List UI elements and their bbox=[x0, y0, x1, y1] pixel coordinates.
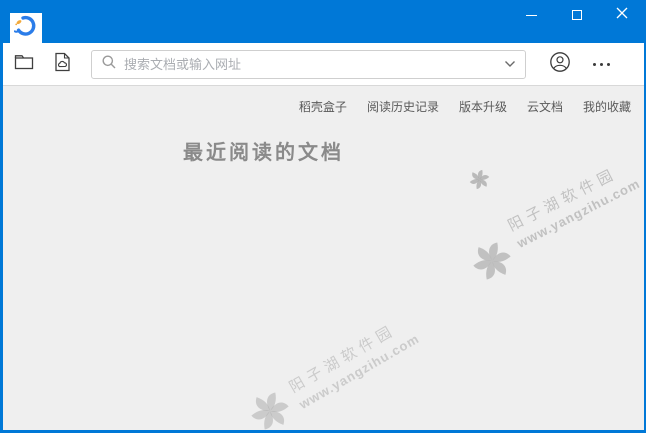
nav-cloud-docs[interactable]: 云文档 bbox=[527, 98, 563, 115]
pinwheel-watermark-icon bbox=[473, 242, 511, 280]
search-input[interactable] bbox=[124, 56, 499, 72]
cloud-document-button[interactable] bbox=[49, 51, 75, 77]
watermark-site-name: 阳子湖软件园 bbox=[505, 165, 621, 235]
search-icon bbox=[101, 54, 117, 75]
search-history-dropdown[interactable] bbox=[499, 53, 521, 75]
minimize-button[interactable] bbox=[509, 0, 554, 30]
titlebar[interactable] bbox=[3, 0, 644, 43]
app-window: 稻壳盒子 阅读历史记录 版本升级 云文档 我的收藏 最近阅读的文档 bbox=[0, 0, 646, 433]
user-avatar-icon bbox=[549, 51, 571, 78]
app-logo-icon bbox=[13, 14, 38, 43]
chevron-down-icon bbox=[504, 55, 516, 73]
reader-tab[interactable] bbox=[10, 13, 42, 43]
maximize-button[interactable] bbox=[554, 0, 599, 30]
more-dots-icon bbox=[592, 62, 596, 66]
nav-docer-box[interactable]: 稻壳盒子 bbox=[299, 98, 347, 115]
search-box bbox=[91, 49, 526, 79]
open-file-button[interactable] bbox=[11, 51, 37, 77]
document-cloud-icon bbox=[53, 52, 72, 77]
content-area: 稻壳盒子 阅读历史记录 版本升级 云文档 我的收藏 最近阅读的文档 bbox=[3, 86, 644, 165]
toolbar bbox=[3, 43, 644, 86]
maximize-icon bbox=[571, 10, 582, 20]
window-controls bbox=[509, 0, 644, 30]
nav-version-upgrade[interactable]: 版本升级 bbox=[459, 98, 507, 115]
watermark-site-name: 阳子湖软件园 bbox=[286, 321, 399, 397]
nav-my-favorites[interactable]: 我的收藏 bbox=[583, 98, 631, 115]
watermark-site-url: www.yangzihu.com bbox=[514, 175, 643, 251]
pinwheel-watermark-icon bbox=[469, 169, 490, 190]
minimize-icon bbox=[526, 14, 537, 16]
nav-reading-history[interactable]: 阅读历史记录 bbox=[367, 98, 439, 115]
pinwheel-watermark-icon bbox=[251, 392, 289, 430]
more-menu-button[interactable] bbox=[588, 53, 614, 75]
folder-icon bbox=[14, 53, 34, 76]
close-icon bbox=[616, 6, 628, 24]
close-button[interactable] bbox=[599, 0, 644, 30]
quick-links-row: 稻壳盒子 阅读历史记录 版本升级 云文档 我的收藏 bbox=[3, 86, 644, 115]
recent-docs-heading: 最近阅读的文档 bbox=[183, 142, 344, 164]
watermark-site-url: www.yangzihu.com bbox=[296, 330, 422, 412]
account-button[interactable] bbox=[548, 51, 572, 78]
